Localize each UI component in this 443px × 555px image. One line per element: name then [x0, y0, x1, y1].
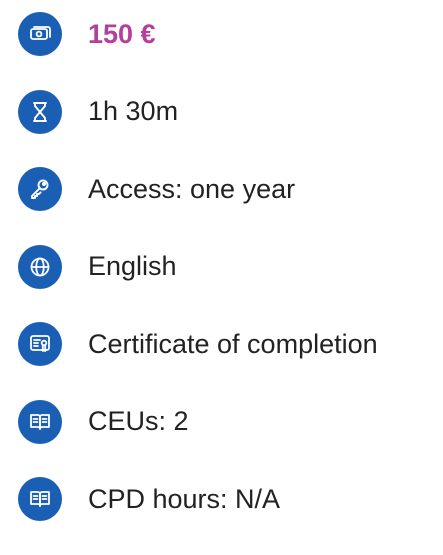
duration-label: 1h 30m — [88, 96, 179, 126]
certificate-item: Certificate of completion — [18, 322, 378, 366]
cpd-hours-label: CPD hours: N/A — [88, 483, 281, 514]
ceus-label: CEUs: 2 — [88, 406, 189, 436]
hourglass-icon — [18, 89, 62, 134]
key-icon — [18, 167, 62, 211]
globe-icon — [18, 244, 62, 289]
book-icon — [18, 399, 62, 444]
course-details-list: 150 € 1h 30m Access: one year English Ce… — [18, 12, 378, 555]
price-item: 150 € — [18, 12, 378, 56]
language-label: English — [88, 251, 177, 281]
access-label: Access: one year — [88, 173, 296, 204]
certificate-label: Certificate of completion — [88, 328, 378, 359]
book-icon — [18, 477, 62, 521]
ceus-item: CEUs: 2 — [18, 399, 378, 444]
certificate-icon — [18, 322, 62, 366]
language-item: English — [18, 244, 378, 289]
price-label: 150 € — [88, 18, 156, 49]
access-item: Access: one year — [18, 167, 378, 211]
money-icon — [18, 12, 62, 56]
cpd-hours-item: CPD hours: N/A — [18, 477, 378, 521]
duration-item: 1h 30m — [18, 89, 378, 134]
